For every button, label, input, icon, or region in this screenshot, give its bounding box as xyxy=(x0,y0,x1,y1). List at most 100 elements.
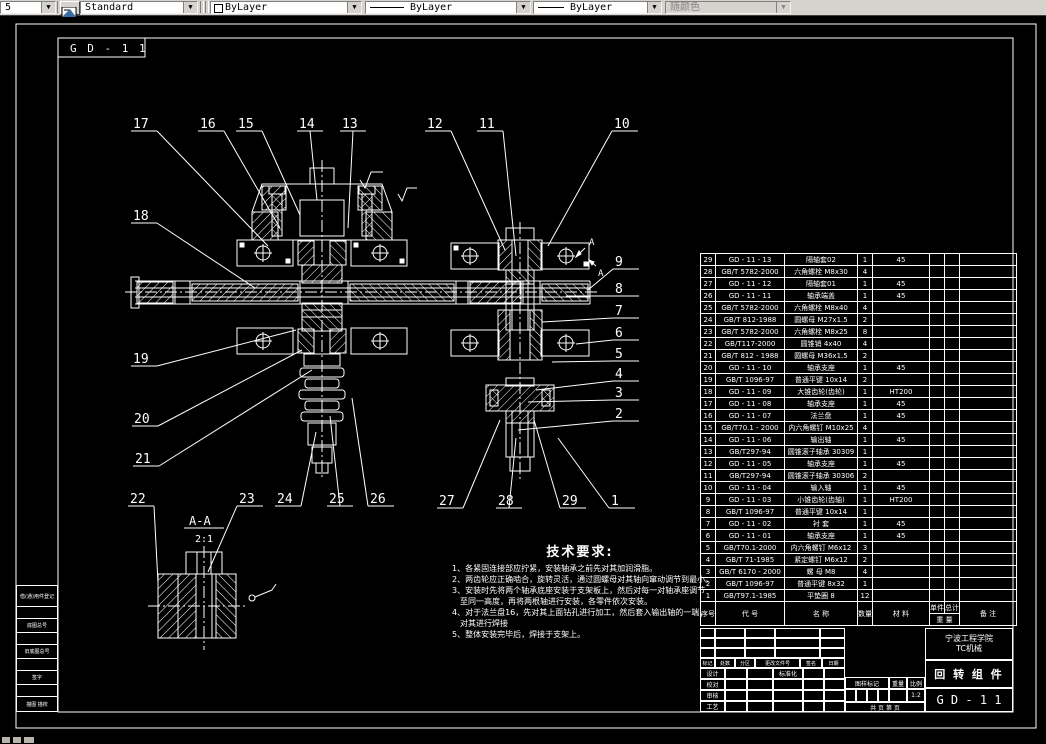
parts-cell xyxy=(944,517,960,530)
parts-cell xyxy=(872,313,930,326)
lineweight-combo[interactable]: ByLayer ▼ xyxy=(533,1,662,14)
parts-cell: GB/T97.1-1985 xyxy=(715,589,785,602)
parts-row: 19 GB/T 1096-97 普通平键 10x14 2 xyxy=(700,373,1017,386)
parts-cell: 12 xyxy=(857,589,873,602)
color-arrow-icon[interactable]: ▼ xyxy=(347,2,361,13)
parts-cell xyxy=(959,277,1017,290)
parts-cell xyxy=(929,397,945,410)
parts-cell: 6 xyxy=(700,529,716,542)
parts-cell: GB/T117-2000 xyxy=(715,337,785,350)
parts-cell: 45 xyxy=(872,289,930,302)
parts-cell: GD - 11 - 08 xyxy=(715,397,785,410)
stamp-label: 重量 xyxy=(889,677,907,689)
parts-cell: 14 xyxy=(700,433,716,446)
parts-cell: 轴承支座 xyxy=(784,397,858,410)
revision-cell xyxy=(775,638,820,648)
parts-cell: GD - 11 - 03 xyxy=(715,493,785,506)
parts-cell: 轴承支座 xyxy=(784,361,858,374)
border-strip-cell: 旧底图总号 xyxy=(16,645,58,659)
role-cell xyxy=(824,679,845,690)
parts-cell xyxy=(929,457,945,470)
linetype-combo[interactable]: ByLayer ▼ xyxy=(365,1,531,14)
parts-cell: 10 xyxy=(700,481,716,494)
technical-requirements-lines: 1、各紧固连接部应拧紧，安装轴承之前先对其加润滑脂。 2、两齿轮应正确啮合，旋转灵… xyxy=(452,563,713,640)
parts-cell: 3 xyxy=(700,565,716,578)
section-detail-view xyxy=(148,527,277,650)
layer-combo[interactable]: 5 ▼ xyxy=(0,1,56,14)
tech-requirement-line: 对其进行焊接 xyxy=(452,619,508,628)
parts-cell xyxy=(944,253,960,266)
parts-cell xyxy=(959,409,1017,422)
linetype-arrow-icon[interactable]: ▼ xyxy=(516,2,530,13)
parts-cell: 圆锥滚子轴承 30306 xyxy=(784,469,858,482)
parts-cell xyxy=(959,253,1017,266)
plotstyle-value: 随颜色 xyxy=(670,2,700,13)
parts-cell xyxy=(959,433,1017,446)
parts-cell xyxy=(929,517,945,530)
parts-cell xyxy=(959,565,1017,578)
parts-cell: GD - 11 - 12 xyxy=(715,277,785,290)
parts-cell xyxy=(959,385,1017,398)
parts-cell xyxy=(959,265,1017,278)
style-manager-icon-button[interactable] xyxy=(60,1,80,18)
layer-combo-arrow-icon[interactable]: ▼ xyxy=(41,2,55,13)
role-cell xyxy=(773,690,803,701)
parts-cell: 1 xyxy=(700,589,716,602)
parts-cell xyxy=(959,301,1017,314)
revision-cell xyxy=(775,648,820,658)
parts-cell: HT200 xyxy=(872,385,930,398)
parts-cell: 5 xyxy=(700,541,716,554)
revision-cell xyxy=(700,648,715,658)
parts-cell: 3 xyxy=(857,541,873,554)
parts-cell xyxy=(944,289,960,302)
parts-row: 24 GB/T 812-1988 圆螺母 M27x1.5 2 xyxy=(700,313,1017,326)
role-cell: 审核 xyxy=(700,690,725,701)
parts-cell: 1 xyxy=(857,529,873,542)
color-combo[interactable]: ByLayer ▼ xyxy=(210,1,362,14)
callout-number-17: 17 xyxy=(133,117,149,132)
section-mark-a1: A xyxy=(589,238,595,248)
parts-cell: GB/T 1096-97 xyxy=(715,505,785,518)
color-value: ByLayer xyxy=(225,2,268,13)
parts-list-table: 29 GD - 11 - 13 隔轴套02 1 45 28 GB/T 5782-2000 六角… xyxy=(700,253,1017,626)
parts-cell xyxy=(872,589,930,602)
lineweight-sample-icon xyxy=(538,7,564,8)
text-style-arrow-icon[interactable]: ▼ xyxy=(183,2,197,13)
border-strip-cell xyxy=(16,685,58,697)
parts-cell xyxy=(872,553,930,566)
parts-cell xyxy=(959,337,1017,350)
revision-cell xyxy=(745,648,775,658)
parts-cell xyxy=(944,337,960,350)
callout-number-10: 10 xyxy=(614,117,630,132)
parts-row: 7 GD - 11 - 02 衬 套 1 45 xyxy=(700,517,1017,530)
header-qty: 数量 xyxy=(857,601,873,626)
parts-cell xyxy=(872,541,930,554)
border-strip-cell: 签字 xyxy=(16,671,58,685)
parts-cell xyxy=(929,265,945,278)
parts-cell: 1 xyxy=(857,493,873,506)
parts-cell xyxy=(959,493,1017,506)
parts-cell: 45 xyxy=(872,517,930,530)
parts-cell: 7 xyxy=(700,517,716,530)
parts-cell: 24 xyxy=(700,313,716,326)
technical-requirements-title: 技术要求: xyxy=(546,545,614,560)
parts-row: 10 GD - 11 - 04 输入轴 1 45 xyxy=(700,481,1017,494)
status-fragment xyxy=(24,737,34,743)
parts-cell: 1 xyxy=(857,445,873,458)
parts-cell: 圆螺母 M27x1.5 xyxy=(784,313,858,326)
parts-cell xyxy=(959,553,1017,566)
text-style-combo[interactable]: Standard ▼ xyxy=(80,1,198,14)
parts-cell: 13 xyxy=(700,445,716,458)
parts-cell: 2 xyxy=(857,349,873,362)
organization-box: 宁波工程学院 TC机械 xyxy=(925,628,1013,660)
revision-cell xyxy=(715,648,745,658)
role-cell xyxy=(747,690,773,701)
header-material: 材 料 xyxy=(872,601,930,626)
parts-row: 14 GD - 11 - 06 输出轴 1 45 xyxy=(700,433,1017,446)
parts-cell: 11 xyxy=(700,469,716,482)
callout-leader xyxy=(502,130,517,257)
parts-cell xyxy=(959,517,1017,530)
lineweight-arrow-icon[interactable]: ▼ xyxy=(647,2,661,13)
parts-cell: 1 xyxy=(857,457,873,470)
parts-cell: 4 xyxy=(857,421,873,434)
